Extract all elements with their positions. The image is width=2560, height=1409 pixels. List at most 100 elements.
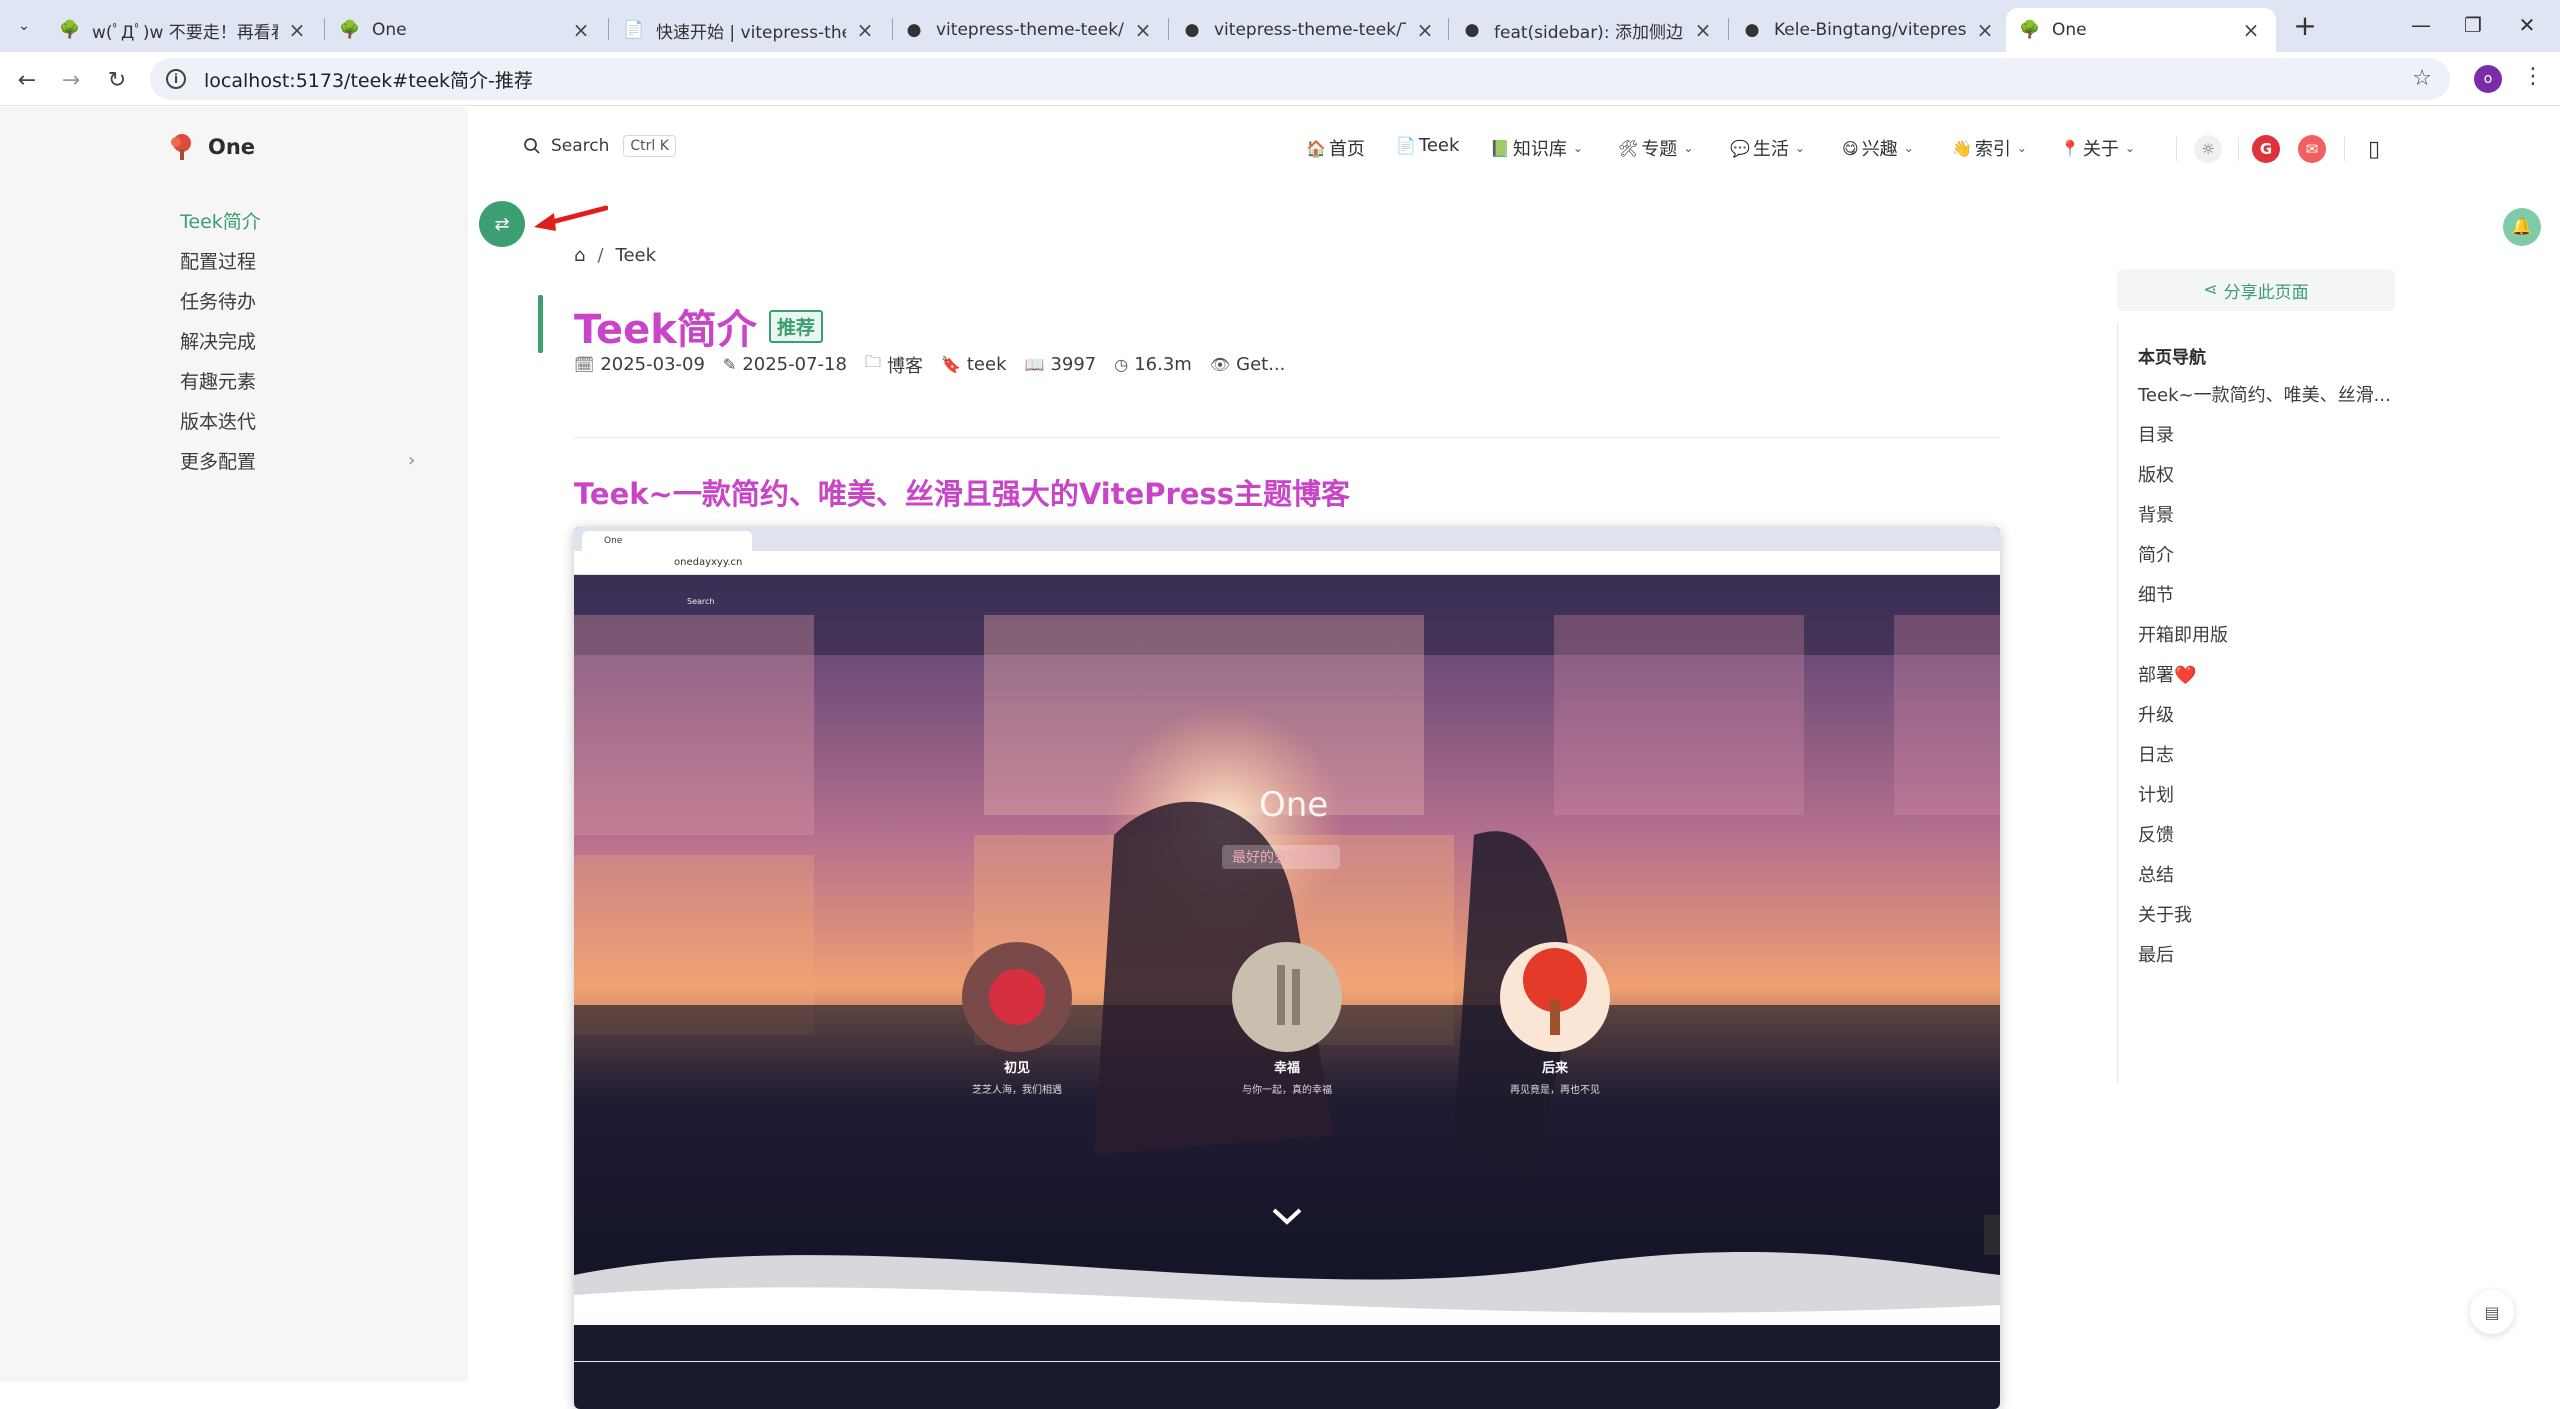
url-text: localhost:5173/teek#teek简介-推荐: [204, 69, 533, 92]
back-arrow-icon[interactable]: ←: [12, 65, 42, 95]
browser-tab-5[interactable]: ● vitepress-theme-teek/TODO ×: [1168, 8, 1450, 52]
sidebar-item-todo[interactable]: 任务待办: [180, 287, 256, 314]
chevron-down-icon: ⌄: [1572, 141, 1583, 155]
nav-about[interactable]: 📍 关于 ⌄: [2060, 135, 2135, 161]
meta-value: 2025-07-18: [742, 354, 847, 375]
tree-favicon-icon: 🌳: [2019, 20, 2041, 40]
books-icon: 📗: [1490, 138, 1510, 158]
title-accent-bar: [538, 295, 543, 353]
toc-item[interactable]: 部署❤️: [2138, 661, 2196, 687]
site-info-icon[interactable]: i: [166, 69, 186, 89]
gitee-icon[interactable]: G: [2252, 135, 2280, 163]
nav-interests[interactable]: 😋 兴趣 ⌄: [1842, 135, 1914, 161]
forward-arrow-icon[interactable]: →: [56, 65, 86, 95]
nav-knowledge[interactable]: 📗 知识库 ⌄: [1490, 135, 1583, 161]
reload-icon[interactable]: ↻: [102, 65, 132, 95]
reading-mode-icon[interactable]: ▯: [2360, 135, 2388, 163]
section-heading[interactable]: Teek~一款简约、唯美、丝滑且强大的VitePress主题博客: [574, 471, 1350, 513]
meta-updated: ✎ 2025-07-18: [723, 354, 847, 375]
notification-bell-icon[interactable]: 🔔: [2503, 208, 2541, 246]
close-icon[interactable]: ×: [1692, 18, 1714, 42]
browser-tab-active[interactable]: 🌳 One ×: [2006, 8, 2276, 52]
breadcrumb-item[interactable]: Teek: [616, 245, 657, 266]
toc-item[interactable]: 背景: [2138, 501, 2174, 527]
window-close-icon[interactable]: ✕: [2502, 8, 2552, 42]
tree-favicon-icon: 🌳: [339, 20, 361, 40]
nav-label: 生活: [1752, 139, 1789, 160]
toc-item[interactable]: 最后: [2138, 941, 2174, 967]
nav-home[interactable]: 🏠 首页: [1306, 135, 1365, 161]
close-icon[interactable]: ×: [1974, 18, 1996, 42]
close-icon[interactable]: ×: [854, 18, 876, 42]
sidebar-item-more-config[interactable]: 更多配置: [180, 447, 256, 474]
nav-teek[interactable]: 📄 Teek: [1396, 135, 1459, 156]
new-tab-plus-icon[interactable]: +: [2290, 9, 2320, 42]
clock-icon: ◷: [1114, 355, 1129, 374]
nav-label: 专题: [1641, 139, 1678, 160]
browser-tab-1[interactable]: 🌳 w(ﾟДﾟ)w 不要走！再看看嘛！ ×: [46, 8, 322, 52]
mail-icon[interactable]: ✉: [2298, 135, 2326, 163]
hero-background-illustration: [574, 575, 2000, 1325]
nav-divider: [2238, 137, 2239, 161]
meta-views: 👁 Get...: [1210, 354, 1286, 375]
site-logo[interactable]: One: [168, 133, 255, 161]
close-icon[interactable]: ×: [2240, 18, 2262, 42]
chevron-right-icon[interactable]: ›: [408, 450, 415, 471]
profile-avatar[interactable]: o: [2474, 65, 2502, 93]
tab-title: w(ﾟДﾟ)w 不要走！再看看嘛！: [92, 22, 278, 43]
close-icon[interactable]: ×: [1414, 18, 1436, 42]
toc-item[interactable]: 目录: [2138, 421, 2174, 447]
browser-tab-7[interactable]: ● Kele-Bingtang/vitepress-theme-teek ×: [1728, 8, 2010, 52]
note-icon: 📄: [1396, 136, 1416, 155]
nav-life[interactable]: 💬 生活 ⌄: [1730, 135, 1805, 161]
tab-search-chevron-icon[interactable]: ⌄: [10, 12, 38, 40]
toc-item[interactable]: 版权: [2138, 461, 2174, 487]
meta-category[interactable]: 🗀 博客: [865, 351, 923, 378]
github-favicon-icon: ●: [1184, 20, 1200, 40]
sidebar-item-versions[interactable]: 版本迭代: [180, 407, 256, 434]
browser-tab-2[interactable]: 🌳 One ×: [326, 8, 606, 52]
search-button[interactable]: Search Ctrl K: [523, 135, 676, 157]
minimize-icon[interactable]: —: [2396, 8, 2446, 42]
browser-tab-6[interactable]: ● feat(sidebar): 添加侧边栏展开 ×: [1448, 8, 1728, 52]
nav-index[interactable]: 👋 索引 ⌄: [1952, 135, 2027, 161]
toc-item[interactable]: 计划: [2138, 781, 2174, 807]
toc-item[interactable]: Teek~一款简约、唯美、丝滑...: [2138, 381, 2391, 407]
chat-icon[interactable]: ▤: [2470, 1290, 2514, 1334]
close-icon[interactable]: ×: [1132, 18, 1154, 42]
toc-rail: [2117, 323, 2118, 1083]
nav-topics[interactable]: 🛠 专题 ⌄: [1618, 135, 1693, 161]
tree-logo-icon: [171, 134, 191, 160]
browser-tab-3[interactable]: 📄 快速开始 | vitepress-theme-teek ×: [610, 8, 890, 52]
toc-item[interactable]: 日志: [2138, 741, 2174, 767]
sidebar-item-fun-elements[interactable]: 有趣元素: [180, 367, 256, 394]
bookmark-star-icon[interactable]: ☆: [2412, 66, 2432, 91]
sidebar-item-config-process[interactable]: 配置过程: [180, 247, 256, 274]
share-page-button[interactable]: ⋖ 分享此页面: [2117, 269, 2395, 311]
sidebar-item-solved[interactable]: 解决完成: [180, 327, 256, 354]
toc-item[interactable]: 升级: [2138, 701, 2174, 727]
toc-item[interactable]: 简介: [2138, 541, 2174, 567]
meta-created: 🗓 2025-03-09: [574, 354, 705, 375]
toc-item[interactable]: 开箱即用版: [2138, 621, 2228, 647]
toc-item[interactable]: 关于我: [2138, 901, 2192, 927]
tab-title: vitepress-theme-teek/TODO: [1214, 20, 1406, 40]
sidebar: One Teek简介 配置过程 任务待办 解决完成 有趣元素 版本迭代 更多配置…: [0, 107, 468, 1382]
home-icon[interactable]: ⌂: [574, 245, 585, 266]
toc-item[interactable]: 总结: [2138, 861, 2174, 887]
restore-icon[interactable]: ❐: [2448, 8, 2498, 42]
theme-toggle-icon[interactable]: ☼: [2194, 135, 2222, 163]
browser-menu-icon[interactable]: ⋮: [2522, 64, 2544, 89]
toc-item[interactable]: 细节: [2138, 581, 2174, 607]
screenshot-url: onedayxyy.cn: [674, 557, 743, 568]
sidebar-item-teek-intro[interactable]: Teek简介: [180, 207, 261, 234]
close-icon[interactable]: ×: [570, 18, 592, 42]
browser-tab-4[interactable]: ● vitepress-theme-teek/CHANGELOG ×: [890, 8, 1168, 52]
toc-item[interactable]: 反馈: [2138, 821, 2174, 847]
tab-divider: [324, 18, 325, 40]
tree-favicon-icon: 🌳: [59, 20, 81, 40]
close-icon[interactable]: ×: [286, 18, 308, 42]
url-field[interactable]: i localhost:5173/teek#teek简介-推荐 ☆: [150, 58, 2450, 100]
sidebar-toggle-button[interactable]: ⇄: [479, 201, 525, 247]
meta-tag[interactable]: 🔖 teek: [941, 354, 1007, 375]
